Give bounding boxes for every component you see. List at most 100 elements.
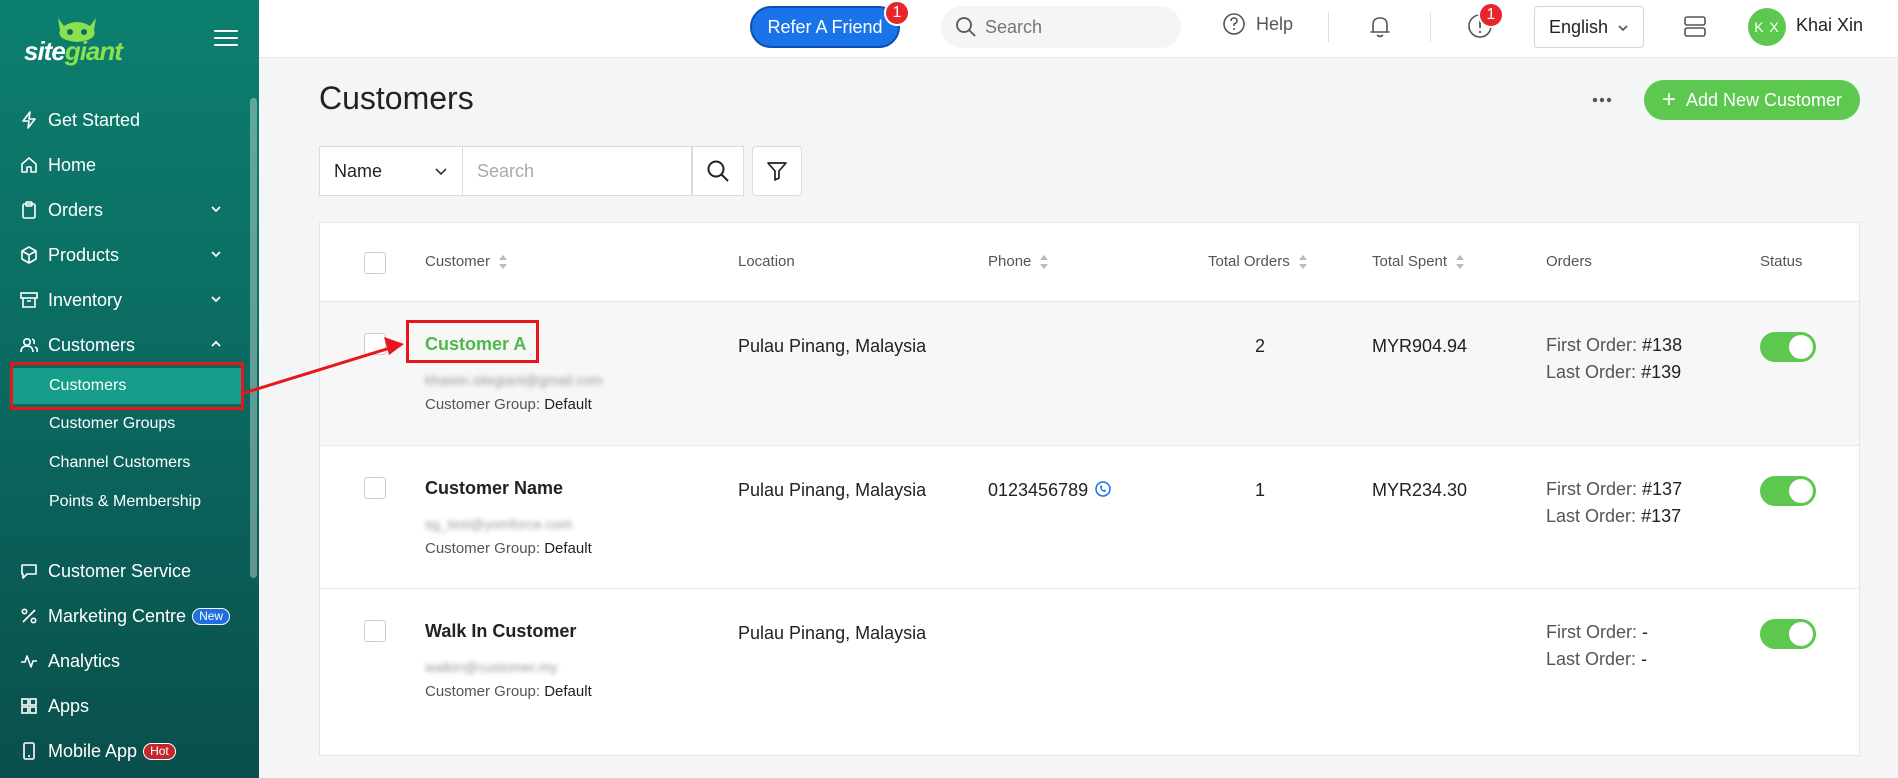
bell-icon — [1370, 17, 1390, 38]
sort-icon — [1455, 254, 1465, 270]
row-checkbox[interactable] — [364, 477, 386, 499]
language-select[interactable]: English — [1534, 6, 1644, 48]
group-value: Default — [544, 683, 592, 700]
subnav-points-membership[interactable]: Points & Membership — [0, 484, 245, 520]
phone-number: 0123456789 — [988, 480, 1089, 500]
help-button[interactable]: Help — [1222, 12, 1293, 36]
column-header-orders: Orders — [1546, 253, 1592, 270]
last-order-link[interactable]: #139 — [1641, 362, 1681, 382]
sort-icon — [498, 254, 508, 270]
last-order-value: - — [1641, 649, 1648, 669]
logo-wordmark: sitegiant — [24, 36, 123, 66]
column-header-total-orders[interactable]: Total Orders — [1208, 253, 1308, 270]
nav-inventory[interactable]: Inventory — [0, 280, 245, 320]
total-orders: 2 — [1255, 336, 1266, 356]
help-circle-icon — [1223, 13, 1245, 35]
add-new-customer-button[interactable]: + Add New Customer — [1644, 80, 1860, 120]
row-checkbox[interactable] — [364, 620, 386, 642]
store-switcher-button[interactable] — [1682, 14, 1708, 45]
first-order-link[interactable]: #138 — [1642, 335, 1682, 355]
user-name[interactable]: Khai Xin — [1796, 15, 1863, 36]
nav-home[interactable]: Home — [0, 145, 245, 185]
nav-label: Orders — [48, 199, 104, 220]
column-label: Location — [738, 253, 795, 270]
nav-analytics[interactable]: Analytics — [0, 641, 245, 681]
hot-badge: Hot — [143, 742, 176, 760]
more-options-button[interactable] — [1590, 88, 1614, 117]
last-order-label: Last Order: — [1546, 362, 1637, 382]
status-toggle[interactable] — [1760, 332, 1816, 362]
search-field-select[interactable]: Name — [319, 146, 462, 196]
grid-icon — [18, 695, 40, 717]
order-summary: First Order: - Last Order: - — [1546, 619, 1648, 673]
topbar-divider — [1430, 12, 1431, 42]
customer-group: Customer Group: Default — [425, 540, 592, 557]
customer-location: Pulau Pinang, Malaysia — [738, 480, 927, 500]
customers-table: Customer Location Phone Total Orders Tot… — [319, 222, 1860, 756]
customer-name-link[interactable]: Customer Name — [425, 478, 563, 499]
chevron-down-icon — [435, 168, 447, 176]
nav-customer-service[interactable]: Customer Service — [0, 551, 245, 591]
subnav-customer-groups[interactable]: Customer Groups — [0, 406, 245, 442]
sidebar-scrollbar[interactable] — [250, 98, 257, 578]
customer-email: khaixin.sitegiant@gmail.com — [425, 372, 603, 388]
group-value: Default — [544, 396, 592, 413]
whatsapp-icon[interactable] — [1094, 480, 1112, 498]
last-order-link[interactable]: #137 — [1641, 506, 1681, 526]
percent-icon — [18, 605, 40, 627]
first-order-link[interactable]: #137 — [1642, 479, 1682, 499]
customer-name-link[interactable]: Walk In Customer — [425, 621, 576, 642]
chevron-down-icon — [211, 296, 221, 303]
select-all-checkbox[interactable] — [364, 252, 386, 274]
last-order-label: Last Order: — [1546, 506, 1637, 526]
nav-marketing-centre[interactable]: Marketing Centre New — [0, 596, 245, 636]
filter-button[interactable] — [752, 146, 802, 196]
nav-products[interactable]: Products — [0, 235, 245, 275]
column-label: Phone — [988, 253, 1032, 270]
group-label: Customer Group: — [425, 540, 541, 557]
column-header-customer[interactable]: Customer — [425, 253, 508, 270]
group-label: Customer Group: — [425, 683, 541, 700]
subnav-customers[interactable]: Customers — [12, 368, 242, 404]
notifications-button[interactable] — [1366, 12, 1394, 45]
nav-customers[interactable]: Customers — [0, 325, 245, 365]
subnav-label: Customer Groups — [49, 415, 176, 432]
group-value: Default — [544, 540, 592, 557]
pulse-icon — [18, 650, 40, 672]
chevron-down-icon — [211, 251, 221, 258]
global-search-input[interactable] — [985, 16, 1165, 38]
customer-location: Pulau Pinang, Malaysia — [738, 336, 927, 356]
menu-toggle-icon[interactable] — [214, 30, 238, 48]
nav-orders[interactable]: Orders — [0, 190, 245, 230]
sitegiant-logo[interactable]: sitegiant — [22, 14, 132, 68]
customer-name-link[interactable]: Customer A — [425, 334, 526, 355]
column-header-total-spent[interactable]: Total Spent — [1372, 253, 1465, 270]
nav-label: Marketing Centre — [48, 605, 187, 626]
search-button[interactable] — [692, 146, 744, 196]
avatar[interactable]: K X — [1748, 8, 1786, 46]
nav-label: Apps — [48, 695, 90, 716]
customer-email: sg_test@yomforce.com — [425, 516, 573, 532]
nav-apps[interactable]: Apps — [0, 686, 245, 726]
subnav-channel-customers[interactable]: Channel Customers — [0, 445, 245, 481]
refer-a-friend-button[interactable]: Refer A Friend — [750, 6, 900, 48]
first-order-value: - — [1642, 622, 1649, 642]
order-summary: First Order: #137 Last Order: #137 — [1546, 476, 1682, 530]
column-header-phone[interactable]: Phone — [988, 253, 1049, 270]
chevron-down-icon — [1618, 25, 1628, 32]
sort-icon — [1298, 254, 1308, 270]
customer-search-input[interactable] — [462, 146, 692, 196]
global-search[interactable] — [941, 6, 1181, 48]
chat-icon — [18, 560, 40, 582]
table-row: Customer A khaixin.sitegiant@gmail.com C… — [320, 301, 1859, 445]
nav-label: Customer Service — [48, 560, 192, 581]
row-checkbox[interactable] — [364, 333, 386, 355]
server-icon — [1684, 16, 1706, 37]
plus-icon: + — [1661, 86, 1676, 113]
status-toggle[interactable] — [1760, 619, 1816, 649]
nav-get-started[interactable]: Get Started — [0, 100, 245, 140]
status-toggle[interactable] — [1760, 476, 1816, 506]
customer-location: Pulau Pinang, Malaysia — [738, 623, 927, 643]
topbar-divider — [1328, 12, 1329, 42]
nav-mobile-app[interactable]: Mobile App Hot — [0, 731, 245, 771]
